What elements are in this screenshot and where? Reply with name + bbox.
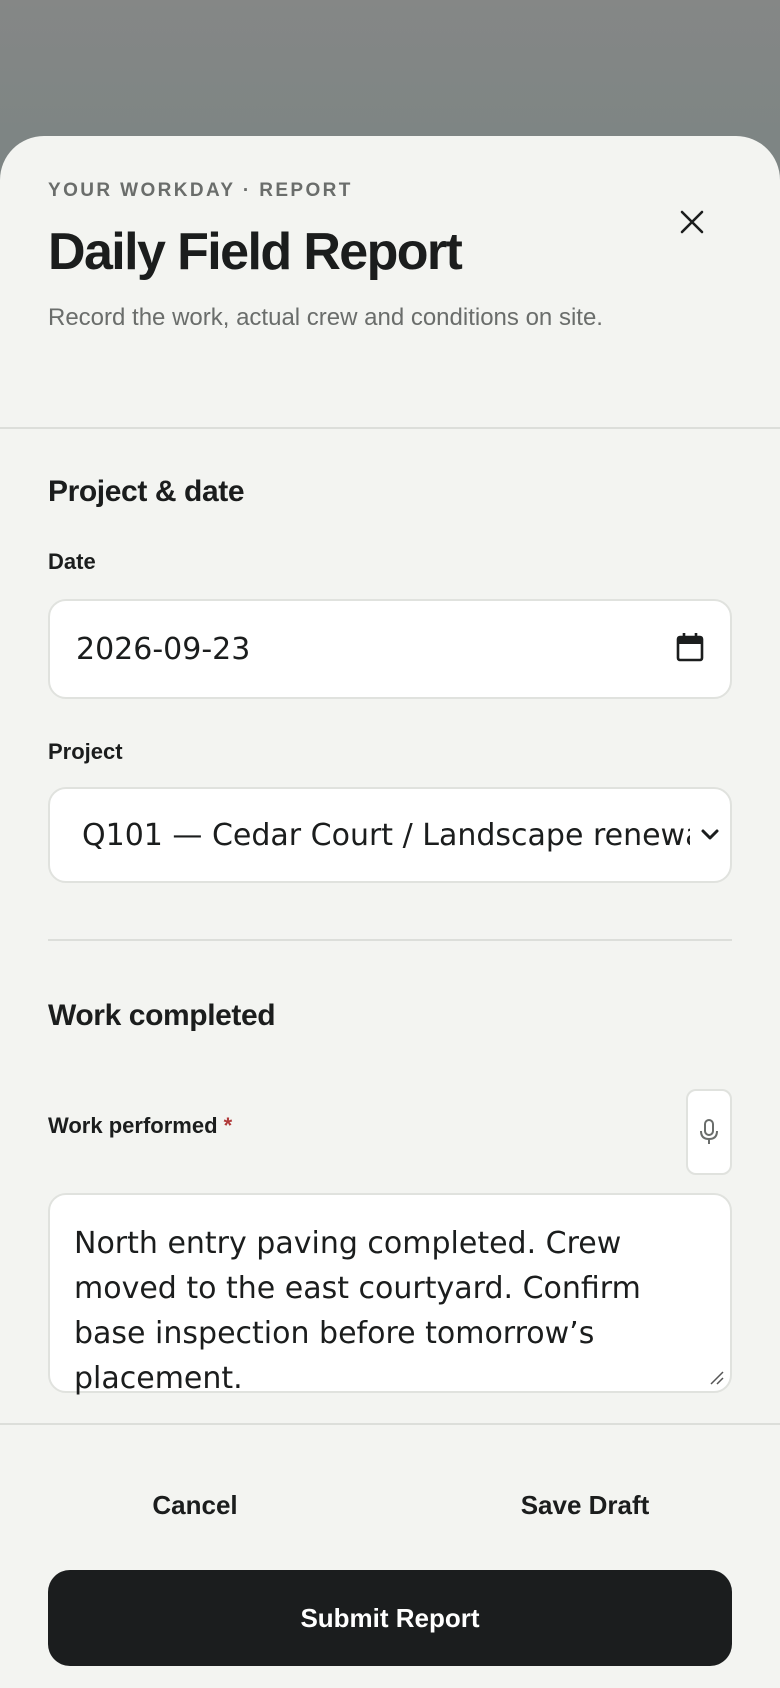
date-field[interactable]: 2026-09-23 bbox=[48, 599, 732, 699]
sheet-footer: Cancel Save Draft Submit Report bbox=[0, 1423, 780, 1688]
date-value: 2026-09-23 bbox=[76, 631, 251, 667]
project-label: Project bbox=[48, 739, 123, 764]
work-performed-value: North entry paving completed. Crew moved… bbox=[74, 1226, 641, 1396]
secondary-actions: Cancel Save Draft bbox=[0, 1425, 780, 1585]
required-mark: * bbox=[223, 1113, 233, 1138]
calendar-icon[interactable] bbox=[676, 632, 704, 667]
work-performed-text: Work performed bbox=[48, 1113, 218, 1138]
report-sheet: YOUR WORKDAY · REPORT Daily Field Report… bbox=[0, 136, 780, 1688]
page-title: Daily Field Report bbox=[48, 223, 463, 281]
cancel-button[interactable]: Cancel bbox=[0, 1490, 390, 1521]
dictate-button[interactable] bbox=[686, 1089, 732, 1175]
work-section: Work completed Work performed * North en… bbox=[0, 941, 780, 1396]
work-performed-label: Work performed * bbox=[48, 1089, 732, 1139]
project-select-value: Q101 — Cedar Court / Landscape renewal bbox=[82, 817, 690, 853]
chevron-down-icon bbox=[690, 828, 730, 842]
project-select[interactable]: Q101 — Cedar Court / Landscape renewal bbox=[48, 787, 732, 883]
close-icon bbox=[680, 210, 704, 234]
work-label-row: Work performed * bbox=[48, 1089, 732, 1175]
eyebrow-label: YOUR WORKDAY · REPORT bbox=[48, 180, 353, 201]
project-date-title: Project & date bbox=[48, 475, 245, 508]
close-button[interactable] bbox=[670, 200, 714, 244]
project-date-section: Project & date Date 2026-09-23 Project Q… bbox=[0, 429, 780, 883]
submit-report-button[interactable]: Submit Report bbox=[48, 1570, 732, 1666]
microphone-icon bbox=[700, 1119, 718, 1144]
sheet-header: YOUR WORKDAY · REPORT Daily Field Report… bbox=[0, 136, 780, 429]
work-completed-title: Work completed bbox=[48, 999, 276, 1032]
resize-handle-icon[interactable] bbox=[708, 1369, 724, 1385]
page-subtitle: Record the work, actual crew and conditi… bbox=[48, 304, 603, 332]
save-draft-button[interactable]: Save Draft bbox=[390, 1490, 780, 1521]
date-label: Date bbox=[48, 549, 96, 574]
work-performed-textarea[interactable]: North entry paving completed. Crew moved… bbox=[48, 1193, 732, 1396]
